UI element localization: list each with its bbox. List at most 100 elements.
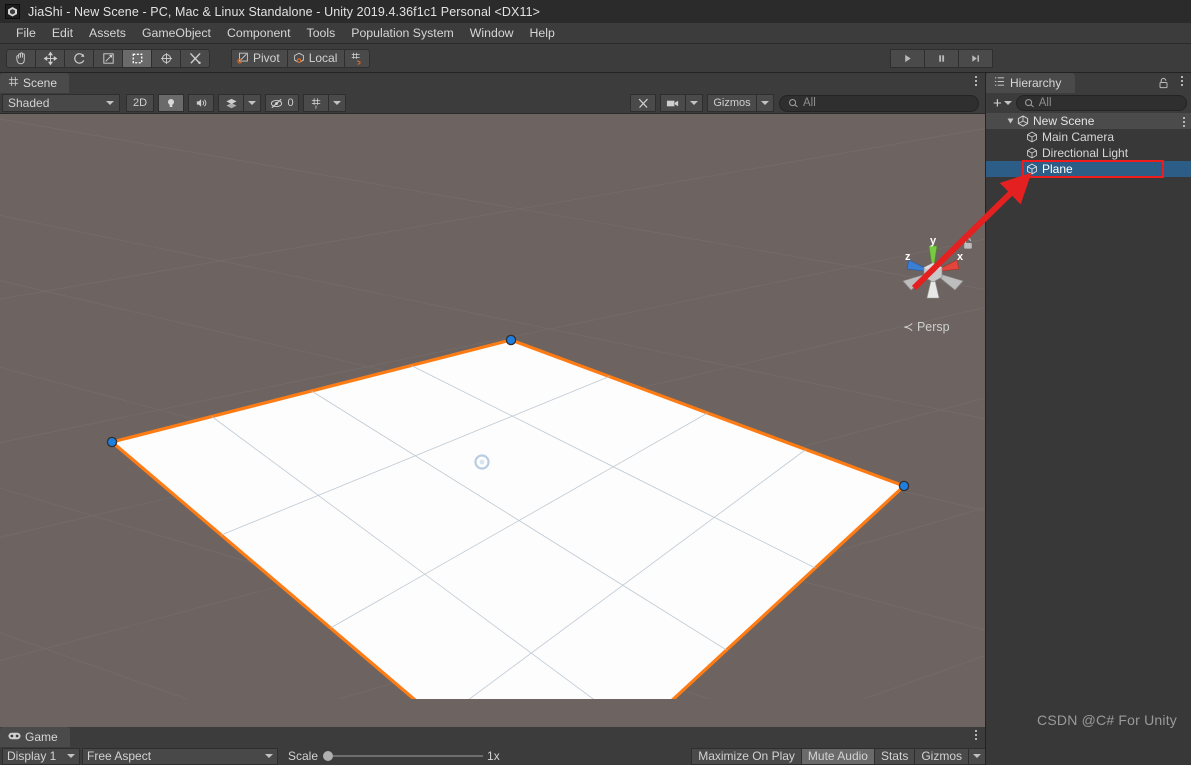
mute-audio-button[interactable]: Mute Audio (800, 747, 875, 765)
hierarchy-search-placeholder: All (1038, 97, 1052, 109)
scene-camera-icon (666, 100, 679, 106)
menu-gameobject[interactable]: GameObject (134, 24, 219, 42)
scene-row-menu-dots-icon[interactable] (1183, 117, 1185, 127)
scale-slider-knob[interactable] (323, 751, 334, 761)
lightbulb-icon (168, 99, 174, 107)
menu-tools[interactable]: Tools (299, 24, 344, 42)
scene-visibility-toggle[interactable]: 0 (265, 94, 299, 112)
scene-camera-dropdown[interactable] (685, 94, 703, 112)
chevron-down-icon (333, 101, 341, 105)
menu-component[interactable]: Component (219, 24, 299, 42)
hierarchy-search-input[interactable]: All (1015, 95, 1187, 111)
scale-tool-button[interactable] (93, 48, 123, 68)
game-gizmos-button[interactable]: Gizmos (914, 747, 969, 765)
left-column: Scene Shaded 2D 0 y Gizmos All x y z ≺ P… (0, 73, 985, 765)
scene-audio-toggle[interactable] (188, 94, 214, 112)
hierarchy-item-plane[interactable]: Plane (986, 161, 1191, 177)
transform-tool-button[interactable] (151, 48, 181, 68)
hand-tool-button[interactable] (6, 48, 36, 68)
scene-viewport[interactable]: x y z ≺ Persp (0, 114, 985, 727)
hierarchy-panel-menu-dots-icon[interactable] (1181, 76, 1183, 86)
scale-slider-track[interactable] (333, 755, 484, 757)
tab-scene[interactable]: Scene (0, 73, 70, 93)
aspect-dropdown[interactable]: Free Aspect (82, 747, 278, 765)
game-gizmos-dropdown[interactable] (968, 747, 985, 765)
visibility-count: 0 (287, 97, 294, 109)
transform-tools-group (6, 48, 210, 68)
pivot-toggle-button[interactable]: Pivot (231, 48, 288, 68)
search-icon (1024, 98, 1034, 107)
scene-fx-dropdown[interactable] (243, 94, 261, 112)
scene-grid-dropdown[interactable] (328, 94, 346, 112)
effects-icon (225, 98, 237, 109)
move-tool-button[interactable] (35, 48, 65, 68)
scene-name-label: New Scene (1033, 114, 1095, 128)
hierarchy-item-label: Main Camera (1042, 130, 1115, 144)
handle-space-toggle-button[interactable]: Local (286, 48, 346, 68)
pause-button[interactable] (924, 49, 959, 68)
menu-population-system[interactable]: Population System (343, 24, 462, 42)
unity-scene-icon (1017, 115, 1029, 127)
display-label: Display 1 (7, 749, 57, 763)
step-button[interactable] (958, 49, 993, 68)
hierarchy-toolbar: + All (986, 93, 1191, 113)
menu-edit[interactable]: Edit (44, 24, 81, 42)
scene-panel-menu-dots-icon[interactable] (975, 76, 977, 86)
scene-search-input[interactable]: All (779, 94, 979, 112)
window-titlebar: JiaShi - New Scene - PC, Mac & Linux Sta… (0, 0, 1191, 23)
gamepad-icon (8, 730, 21, 744)
tab-game[interactable]: Game (0, 727, 70, 747)
tab-hierarchy[interactable]: Hierarchy (986, 73, 1076, 93)
grid-visibility-icon: y (311, 98, 320, 109)
chevron-down-icon (106, 101, 114, 105)
add-gameobject-button[interactable]: + (990, 95, 1012, 112)
display-dropdown[interactable]: Display 1 (2, 747, 80, 765)
projection-label-group[interactable]: ≺ Persp (903, 319, 950, 334)
rect-tool-button[interactable] (122, 48, 152, 68)
shading-mode-dropdown[interactable]: Shaded (2, 94, 120, 112)
stats-button[interactable]: Stats (873, 747, 916, 765)
workspace: Scene Shaded 2D 0 y Gizmos All x y z ≺ P… (0, 73, 1191, 765)
gameobject-cube-icon (1026, 131, 1038, 143)
play-button[interactable] (890, 49, 925, 68)
scene-lighting-toggle[interactable] (158, 94, 184, 112)
gizmos-button[interactable]: Gizmos (707, 94, 757, 112)
scene-tools-button[interactable] (630, 94, 656, 112)
hierarchy-item-main-camera[interactable]: Main Camera (986, 129, 1191, 145)
menu-window[interactable]: Window (462, 24, 522, 42)
game-panel-menu-dots-icon[interactable] (975, 730, 977, 740)
pivot-handle-group: Pivot Local (231, 48, 371, 68)
corner-handle (106, 436, 118, 448)
mute-audio-label: Mute Audio (807, 749, 868, 763)
menu-file[interactable]: File (8, 24, 44, 42)
hierarchy-scene-row[interactable]: New Scene (986, 113, 1191, 129)
toggle-2d-label: 2D (132, 97, 148, 109)
corner-handle (505, 334, 517, 346)
menu-assets[interactable]: Assets (81, 24, 134, 42)
hierarchy-item-directional-light[interactable]: Directional Light (986, 145, 1191, 161)
chevron-down-icon (248, 101, 256, 105)
expand-triangle-icon[interactable] (1007, 118, 1014, 124)
rotate-tool-button[interactable] (64, 48, 94, 68)
hierarchy-tree: New Scene Main Camera Directional Light (986, 113, 1191, 765)
gizmos-dropdown[interactable] (756, 94, 774, 112)
scene-camera-button[interactable] (660, 94, 686, 112)
grid-snap-icon[interactable] (344, 48, 371, 68)
custom-editor-tool-button[interactable] (180, 48, 210, 68)
scene-grid-visibility-toggle[interactable]: y (303, 94, 329, 112)
hierarchy-lock-icon[interactable] (1158, 77, 1169, 92)
hierarchy-list-icon (994, 76, 1005, 90)
pivot-label: Pivot (253, 51, 280, 65)
scene-tabstrip: Scene (0, 73, 985, 93)
toggle-2d-button[interactable]: 2D (126, 94, 154, 112)
menubar: File Edit Assets GameObject Component To… (0, 23, 1191, 44)
handle-space-label: Local (308, 51, 338, 65)
search-icon (789, 98, 798, 107)
scene-fx-toggle[interactable] (218, 94, 244, 112)
scene-render: x y z (0, 114, 985, 699)
chevron-down-icon (67, 754, 75, 758)
maximize-on-play-button[interactable]: Maximize On Play (691, 747, 802, 765)
menu-help[interactable]: Help (522, 24, 563, 42)
scale-slider[interactable] (323, 751, 484, 761)
scale-label: Scale (288, 749, 319, 763)
